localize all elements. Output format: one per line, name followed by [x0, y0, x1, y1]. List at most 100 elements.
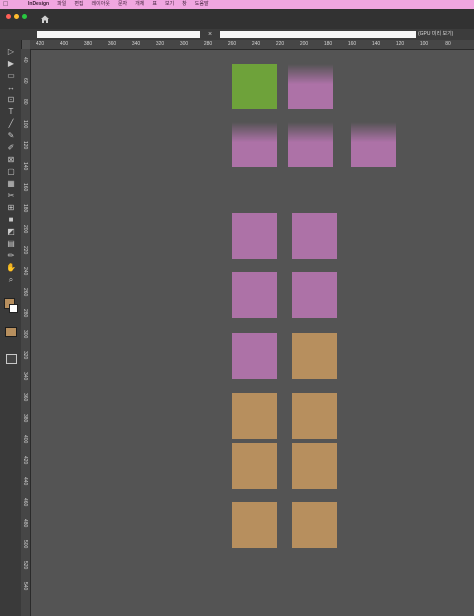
stroke-swatch[interactable]: [9, 304, 18, 313]
pen-tool-icon[interactable]: ✎: [5, 130, 17, 141]
zoom-tool-icon[interactable]: ⌕: [5, 274, 17, 285]
h-ruler-label: 100: [419, 41, 429, 47]
green-color-frame[interactable]: [232, 64, 277, 109]
v-ruler-label: 540: [22, 582, 28, 591]
gradient-feather-tool-icon[interactable]: ◩: [5, 226, 17, 237]
menu-table[interactable]: 표: [148, 0, 161, 9]
menu-layout[interactable]: 레이아웃: [88, 0, 114, 9]
v-ruler-label: 100: [22, 120, 28, 129]
h-ruler-label: 160: [347, 41, 357, 47]
h-ruler-label: 320: [155, 41, 165, 47]
window-close-button[interactable]: [6, 14, 11, 19]
application-bar: [0, 9, 474, 29]
tan-color-frame[interactable]: [292, 393, 337, 439]
scissors-tool-icon[interactable]: ✂: [5, 190, 17, 201]
tan-color-frame[interactable]: [232, 443, 277, 489]
menu-type[interactable]: 문자: [114, 0, 131, 9]
h-ruler-label: 220: [275, 41, 285, 47]
document-tab-bar: × (GPU 미리 보기): [0, 29, 474, 40]
h-ruler-label: 240: [251, 41, 261, 47]
document-tab-2[interactable]: [220, 31, 416, 38]
v-ruler-label: 280: [22, 309, 28, 318]
menu-app-indesign[interactable]: InDesign: [24, 0, 53, 9]
menu-view[interactable]: 보기: [161, 0, 178, 9]
window-minimize-button[interactable]: [14, 14, 19, 19]
h-ruler-label: 200: [299, 41, 309, 47]
page-tool-icon[interactable]: ▭: [5, 70, 17, 81]
gap-tool-icon[interactable]: ↔: [5, 82, 17, 93]
screen-mode-icon[interactable]: [6, 354, 17, 364]
gpu-preview-label: (GPU 미리 보기): [418, 31, 454, 37]
v-ruler-label: 300: [22, 330, 28, 339]
v-ruler-label: 40: [22, 57, 28, 63]
h-ruler-label: 420: [35, 41, 45, 47]
menu-bar:  InDesign 파일 편집 레이아웃 문자 개체 표 보기 창 도움말: [0, 0, 474, 9]
gradient-swatch-tool-icon[interactable]: ■: [5, 214, 17, 225]
window-zoom-button[interactable]: [22, 14, 27, 19]
v-ruler-label: 160: [22, 183, 28, 192]
v-ruler-label: 400: [22, 435, 28, 444]
pink-color-frame[interactable]: [232, 213, 277, 259]
pink-color-frame[interactable]: [232, 272, 277, 318]
v-ruler-label: 60: [22, 78, 28, 84]
h-ruler-label: 120: [395, 41, 405, 47]
formatting-container-icon[interactable]: [5, 327, 17, 337]
pink-color-frame[interactable]: [292, 213, 337, 259]
v-ruler-label: 220: [22, 246, 28, 255]
v-ruler-label: 500: [22, 540, 28, 549]
v-ruler-label: 260: [22, 288, 28, 297]
h-ruler-label: 80: [445, 41, 451, 47]
selection-tool-icon[interactable]: ▷: [5, 46, 17, 57]
home-icon[interactable]: [40, 14, 50, 24]
document-tab-1[interactable]: [37, 31, 200, 38]
menu-items: InDesign 파일 편집 레이아웃 문자 개체 표 보기 창 도움말: [24, 0, 213, 9]
h-ruler-label: 300: [179, 41, 189, 47]
menu-file[interactable]: 파일: [53, 0, 70, 9]
line-tool-icon[interactable]: ╱: [5, 118, 17, 129]
pink-color-frame[interactable]: [288, 122, 333, 167]
table-tool-icon[interactable]: ▦: [5, 178, 17, 189]
apple-icon[interactable]: : [3, 0, 8, 9]
tan-color-frame[interactable]: [292, 443, 337, 489]
close-tab-icon[interactable]: ×: [208, 29, 212, 40]
v-ruler-label: 380: [22, 414, 28, 423]
vertical-ruler[interactable]: 40 60 80 100 120 140 160 180 200 220 240 260 280 300 3…: [21, 49, 31, 616]
h-ruler-label: 180: [323, 41, 333, 47]
pencil-tool-icon[interactable]: ✐: [5, 142, 17, 153]
tools-panel: ▷ ▶ ▭ ↔ ⊡ T ╱ ✎ ✐ ⊠ ▢ ▦ ✂ ⊞ ■ ◩ ▤ ✏ ✋ ⌕: [0, 40, 22, 616]
note-tool-icon[interactable]: ▤: [5, 238, 17, 249]
tan-color-frame[interactable]: [292, 333, 337, 379]
h-ruler-label: 280: [203, 41, 213, 47]
menu-edit[interactable]: 편집: [70, 0, 87, 9]
v-ruler-label: 140: [22, 162, 28, 171]
v-ruler-label: 360: [22, 393, 28, 402]
v-ruler-label: 240: [22, 267, 28, 276]
tan-color-frame[interactable]: [232, 393, 277, 439]
tan-color-frame[interactable]: [232, 502, 277, 548]
free-transform-tool-icon[interactable]: ⊞: [5, 202, 17, 213]
rectangle-tool-icon[interactable]: ▢: [5, 166, 17, 177]
h-ruler-label: 360: [107, 41, 117, 47]
pink-color-frame[interactable]: [292, 272, 337, 318]
menu-window[interactable]: 창: [178, 0, 191, 9]
pink-color-frame[interactable]: [288, 64, 333, 109]
hand-tool-icon[interactable]: ✋: [5, 262, 17, 273]
v-ruler-label: 80: [22, 99, 28, 105]
pink-color-frame[interactable]: [351, 122, 396, 167]
type-tool-icon[interactable]: T: [5, 106, 17, 117]
v-ruler-label: 460: [22, 498, 28, 507]
direct-selection-tool-icon[interactable]: ▶: [5, 58, 17, 69]
eyedropper-tool-icon[interactable]: ✏: [5, 250, 17, 261]
v-ruler-label: 440: [22, 477, 28, 486]
menu-object[interactable]: 개체: [131, 0, 148, 9]
horizontal-ruler[interactable]: 420 400 380 360 340 320 300 280 260 240 220 200 180 1…: [30, 40, 474, 50]
content-collector-tool-icon[interactable]: ⊡: [5, 94, 17, 105]
pink-color-frame[interactable]: [232, 122, 277, 167]
tan-color-frame[interactable]: [292, 502, 337, 548]
menu-help[interactable]: 도움말: [191, 0, 213, 9]
h-ruler-label: 140: [371, 41, 381, 47]
document-canvas[interactable]: [31, 50, 474, 616]
rectangle-frame-tool-icon[interactable]: ⊠: [5, 154, 17, 165]
pink-color-frame[interactable]: [232, 333, 277, 379]
v-ruler-label: 420: [22, 456, 28, 465]
